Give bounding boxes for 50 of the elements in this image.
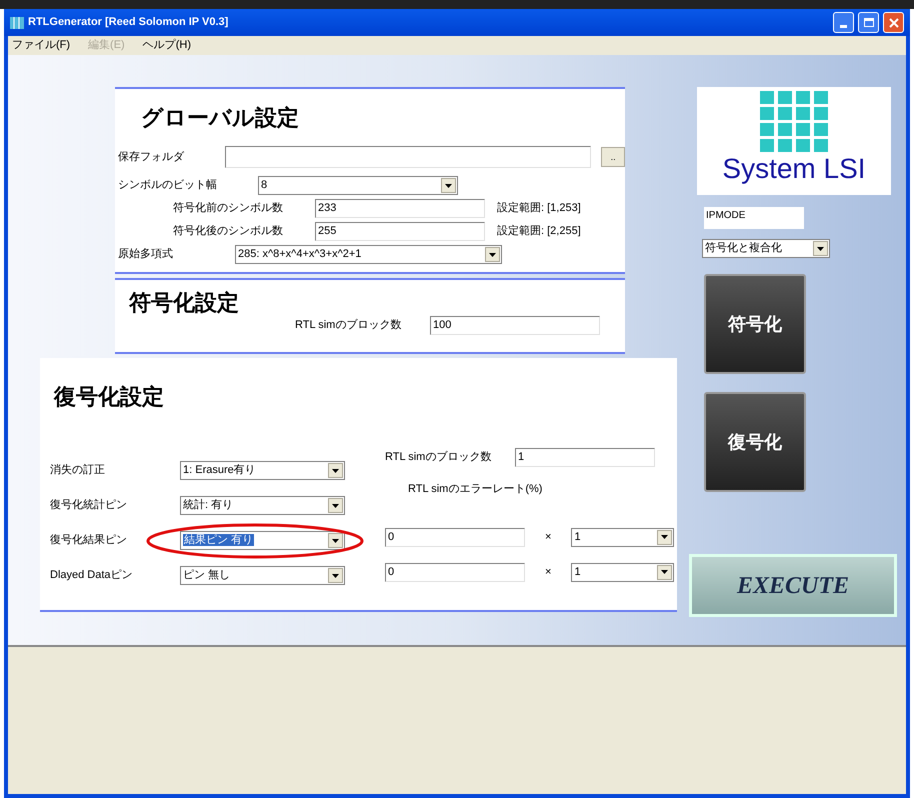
dropdown[interactable]: 8 [258,176,458,195]
input-field[interactable]: 233 [315,199,485,218]
dropdown[interactable]: 1 [571,562,674,582]
maximize-button[interactable] [858,12,879,33]
input-field[interactable]: 255 [315,222,485,241]
dropdown[interactable]: 1 [571,528,674,546]
menu-item[interactable]: ヘルプ(H) [142,37,191,54]
dropdown[interactable]: 符号化と複合化 [702,239,830,258]
input-field[interactable]: 0 [385,528,525,546]
field-label: シンボルのビット幅 [118,178,218,194]
window-title: RTLGenerator [Reed Solomon IP V0.3] [28,15,230,30]
input-field[interactable]: 1 [515,448,655,467]
field-label: 設定範囲: [2,255] [497,224,581,240]
dropdown[interactable]: 統計: 有り [180,496,345,515]
section-title: 復号化設定 [54,386,165,408]
menu-item[interactable]: ファイル(F) [12,37,70,54]
app-icon [10,16,24,28]
execute-button[interactable]: EXECUTE [689,554,897,617]
field-label: RTL simのブロック数 [385,450,492,466]
action-button[interactable]: 符号化 [704,274,806,374]
multiply-sign: × [545,530,552,545]
field-label: 復号化結果ピン [50,533,128,548]
multiply-sign: × [545,564,552,580]
dropdown[interactable]: 285: x^8+x^4+x^3+x^2+1 [235,245,502,264]
input-field[interactable]: 0 [385,562,525,582]
field-label: RTL simのブロック数 [295,318,402,334]
logo: System LSI [697,87,891,195]
field-label: 符号化前のシンボル数 [173,201,284,216]
field-label: 符号化後のシンボル数 [173,224,284,240]
close-button[interactable] [883,12,904,33]
close-icon [888,18,898,28]
dropdown[interactable]: 1: Erasure有り [180,461,345,480]
field-label: 保存フォルダ [118,150,186,165]
folder-field[interactable] [225,146,592,168]
field-label: 消失の訂正 [50,463,106,478]
field-label: 原始多項式 [118,247,174,262]
dropdown[interactable]: ピン 無し [180,566,345,585]
section-title: 符号化設定 [129,292,240,314]
logo-grid-icon [760,91,828,153]
dropdown[interactable]: 結果ピン 有り [180,531,345,550]
action-button[interactable]: 復号化 [704,392,806,492]
section-title: グローバル設定 [141,104,300,132]
field-label: RTL simのエラーレート(%) [408,482,544,497]
ip-mode-box: IPMODE [704,207,804,229]
minimize-button[interactable] [833,12,854,33]
field-label: 復号化統計ピン [50,498,128,514]
input-field[interactable]: 100 [430,316,600,335]
browse-button[interactable]: .. [601,147,625,167]
field-label: Dlayed Dataピン [50,568,134,584]
field-label: 設定範囲: [1,253] [497,200,581,216]
